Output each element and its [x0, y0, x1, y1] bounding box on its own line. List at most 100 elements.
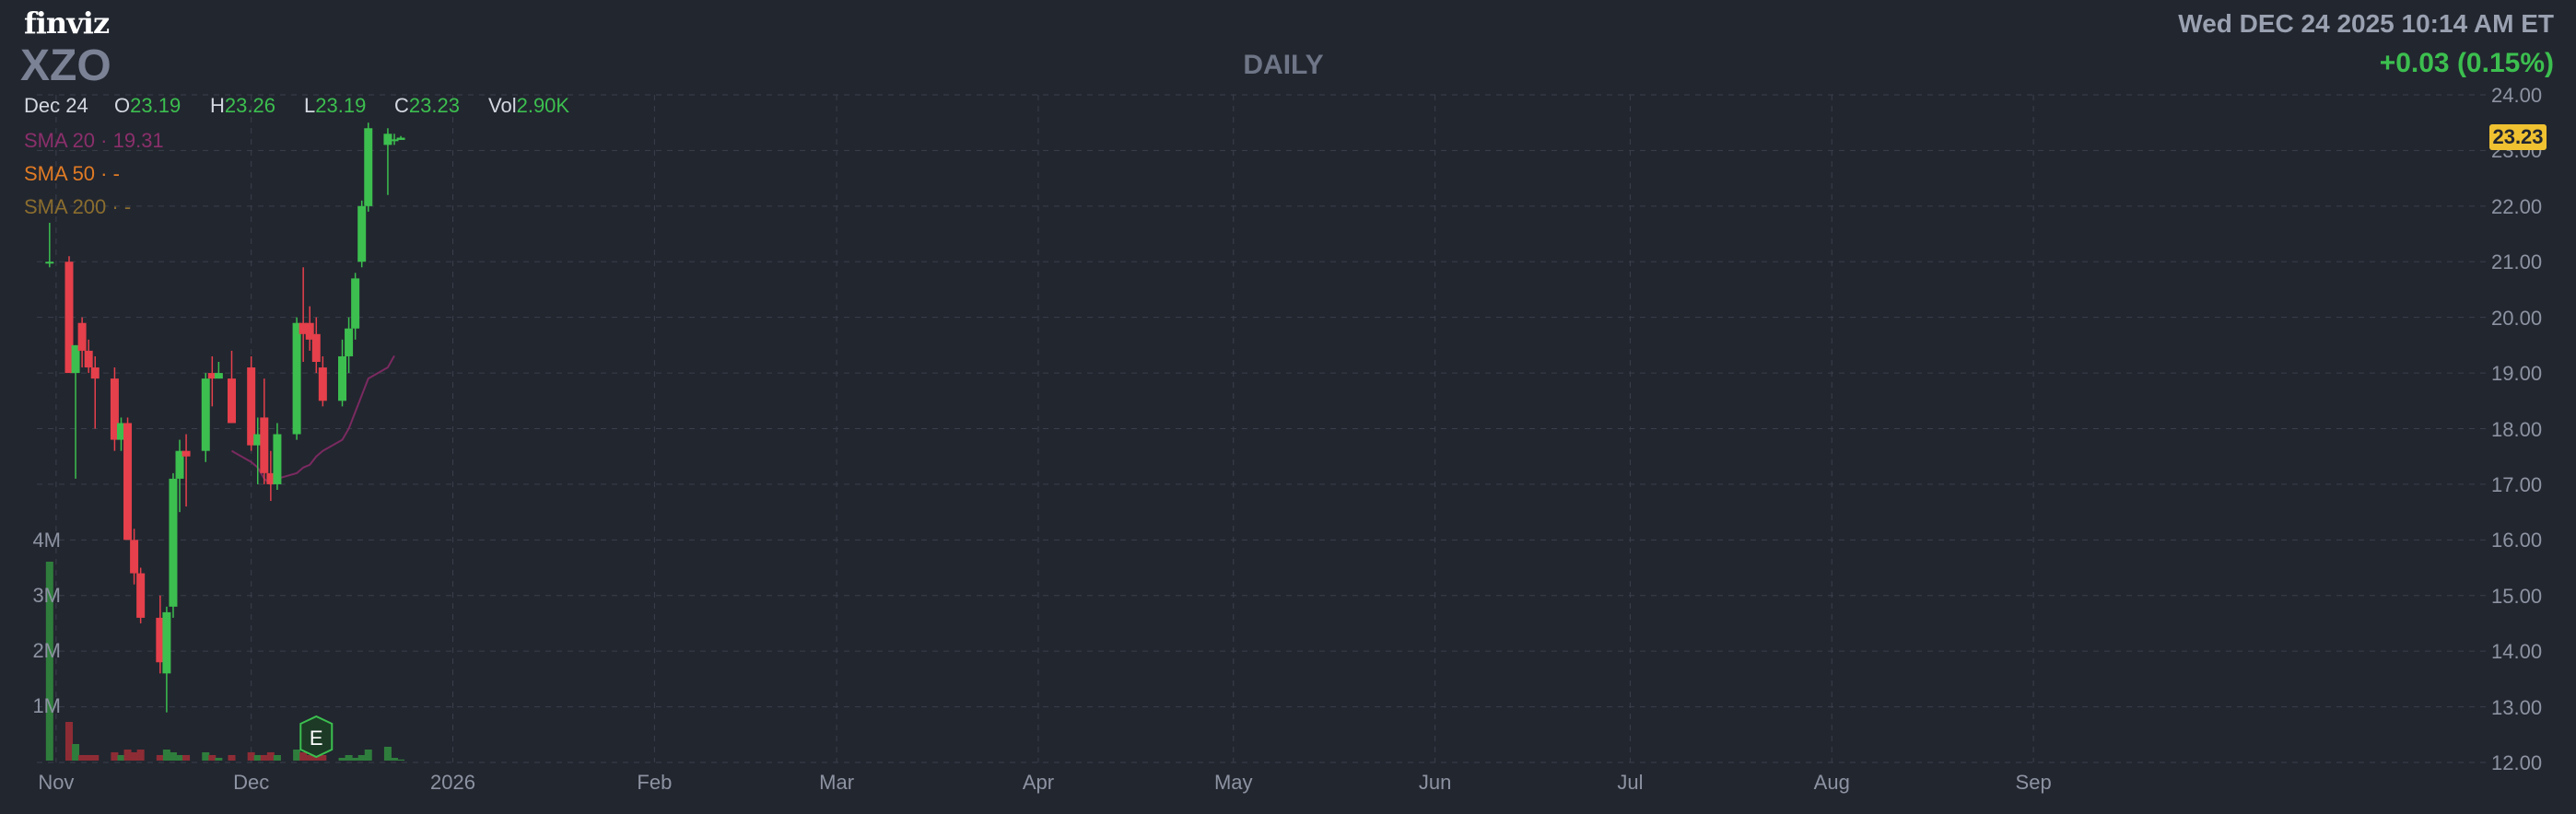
open-label: O	[114, 94, 131, 117]
sma20-value: 19.31	[112, 129, 164, 152]
close-value: 23.23	[408, 94, 460, 117]
x-tick-label: Nov	[38, 771, 75, 794]
volume-bar	[215, 758, 223, 761]
candle-body	[45, 262, 54, 264]
volume-bar	[273, 755, 281, 761]
candle-body	[318, 367, 327, 401]
candle-body	[130, 540, 139, 574]
volume-bars	[45, 562, 405, 761]
volume-bar	[293, 750, 301, 761]
finviz-logo[interactable]: finviz	[24, 6, 110, 41]
sma50-value: -	[112, 162, 120, 185]
volume-bar	[169, 752, 177, 761]
y-tick-label: 14.00	[2491, 640, 2543, 664]
candle-body	[90, 367, 100, 379]
candle-body	[201, 378, 210, 451]
x-tick-label: Jun	[1418, 771, 1452, 794]
volume-bar	[357, 755, 366, 761]
sma200-value: -	[123, 195, 132, 218]
datetime-label: Wed DEC 24 2025 10:14 AM ET	[2178, 9, 2554, 38]
ohlc-low: L23.19	[304, 94, 366, 118]
vol-label: Vol	[488, 94, 517, 117]
price-change: +0.03 (0.15%)	[2379, 48, 2554, 78]
volume-bar	[117, 755, 125, 761]
x-tick-label: 2026	[430, 771, 476, 794]
ticker-symbol: XZO	[20, 41, 111, 90]
high-value: 23.26	[224, 94, 275, 117]
volume-bar	[260, 755, 268, 761]
candle-body	[181, 450, 191, 457]
candle-body	[338, 355, 347, 401]
volume-bar	[65, 722, 73, 761]
timeframe-label: DAILY	[1243, 50, 1324, 80]
sma20-path	[231, 355, 395, 486]
candle-body	[260, 417, 269, 473]
y-tick-label: 20.00	[2491, 306, 2543, 330]
volume-tick-label: 4M	[32, 529, 61, 552]
volume-bar	[266, 752, 275, 761]
sma200-legend[interactable]: SMA 200 · -	[24, 195, 131, 219]
candle-body	[273, 434, 282, 484]
ohlc-close: C23.23	[394, 94, 460, 118]
candle-body	[123, 423, 133, 541]
ohlc-date: Dec 24	[24, 94, 88, 117]
candle-body	[364, 128, 373, 206]
vol-value: 2.90K	[516, 94, 570, 117]
candle-body	[228, 378, 236, 424]
sma50-legend[interactable]: SMA 50 · -	[24, 162, 120, 186]
y-tick-label: 24.00	[2491, 84, 2543, 107]
volume-bar	[78, 755, 87, 761]
price-chart[interactable]: E	[0, 0, 2576, 814]
high-label: H	[210, 94, 225, 117]
volume-bar	[162, 750, 170, 761]
volume-bar	[111, 752, 119, 761]
x-tick-label: Aug	[1813, 771, 1850, 794]
sma20-line	[231, 355, 395, 486]
earnings-label: E	[310, 727, 323, 750]
candle-body	[162, 611, 171, 674]
volume-bar	[345, 755, 353, 761]
y-tick-label: 19.00	[2491, 362, 2543, 386]
volume-bar	[351, 758, 359, 761]
volume-bar	[91, 755, 100, 761]
candle-body	[247, 367, 256, 446]
candle-body	[396, 137, 405, 140]
volume-bar	[85, 755, 93, 761]
y-tick-label: 12.00	[2491, 751, 2543, 774]
x-tick-label: Mar	[819, 771, 855, 794]
candle-body	[351, 278, 360, 329]
sma20-legend[interactable]: SMA 20 · 19.31	[24, 129, 164, 153]
open-value: 23.19	[130, 94, 181, 117]
current-price-tag: 23.23	[2489, 124, 2547, 150]
volume-bar	[364, 750, 372, 761]
y-tick-label: 22.00	[2491, 194, 2543, 218]
candle-body	[214, 373, 223, 379]
volume-bar	[202, 752, 210, 761]
ohlc-high: H23.26	[210, 94, 275, 118]
sma20-label: SMA 20	[24, 129, 96, 152]
x-tick-label: May	[1213, 771, 1253, 794]
volume-tick-label: 1M	[32, 694, 61, 717]
candle-body	[311, 333, 321, 362]
volume-bar	[383, 747, 392, 761]
candle-body	[292, 322, 301, 435]
candle-body	[169, 478, 178, 607]
volume-bar	[123, 750, 132, 761]
volume-bar	[130, 752, 138, 761]
x-tick-label: Dec	[233, 771, 270, 794]
candle-body	[345, 328, 354, 356]
volume-bar	[338, 758, 346, 761]
candle-body	[136, 573, 146, 618]
sma200-label: SMA 200	[24, 195, 107, 218]
sma50-label: SMA 50	[24, 162, 96, 185]
volume-bar	[391, 758, 398, 761]
volume-bar	[72, 744, 80, 761]
close-label: C	[394, 94, 409, 117]
volume-bar	[253, 755, 262, 761]
y-tick-label: 13.00	[2491, 695, 2543, 719]
volume-bar	[136, 750, 145, 761]
y-tick-label: 18.00	[2491, 417, 2543, 441]
low-value: 23.19	[315, 94, 367, 117]
volume-bar	[299, 752, 308, 761]
low-label: L	[304, 94, 316, 117]
